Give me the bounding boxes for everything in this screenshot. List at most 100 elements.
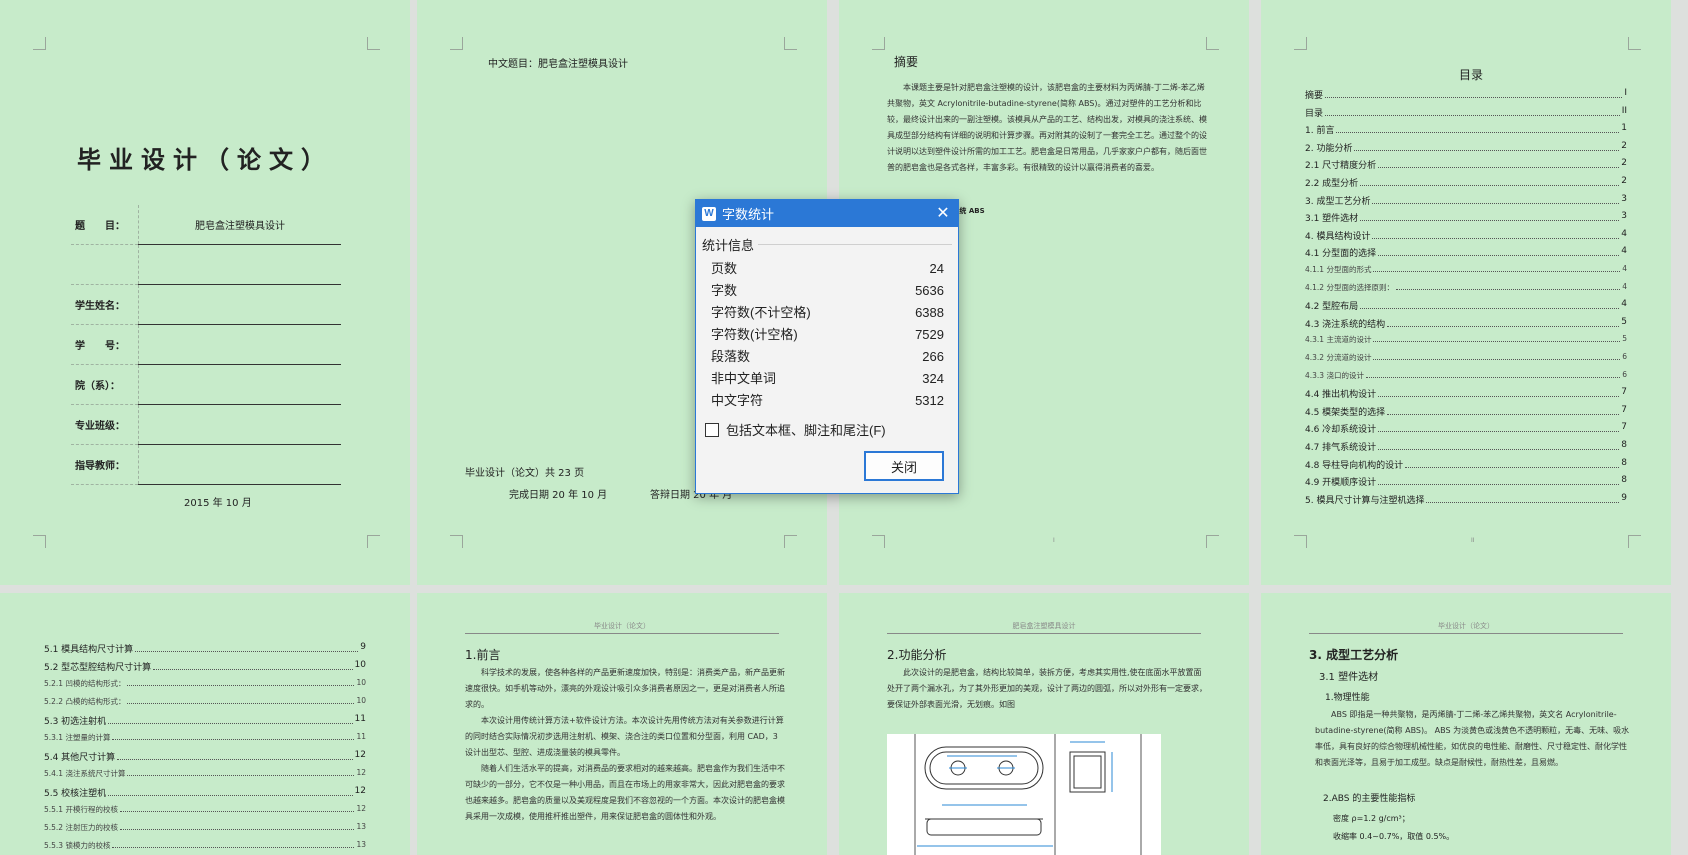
toc-entry[interactable]: 4.3.2 分流道的设计 6 (1305, 352, 1627, 363)
page-toc: 目录 摘要 I 目录 II 1. 前言 1 2. 功能分析 2 2.1 尺寸精度分析 2 2.2 成… (1261, 0, 1671, 585)
toc-entry-title: 4.1.2 分型面的选择原则： (1305, 282, 1394, 292)
finish-date-line: 完成日期 20 年 10 月 (509, 490, 608, 501)
toc-entry[interactable]: 4.6 冷却系统设计 7 (1305, 422, 1627, 435)
toc-entry[interactable]: 4.3.3 浇口的设计 6 (1305, 370, 1627, 381)
process-shrink: 收缩率 0.4~0.7%，取值 0.5%。 (1333, 832, 1455, 841)
toc-entry-title: 4.3 浇注系统的结构 (1305, 319, 1386, 330)
toc-entry[interactable]: 5.5.3 锁模力的校核 13 (44, 840, 366, 851)
toc-entry[interactable]: 4. 模具结构设计 4 (1305, 229, 1627, 242)
toc-entry-title: 5.2.1 凹模的结构形式： (44, 679, 126, 688)
toc-entry-page: 10 (356, 696, 366, 705)
page-cover: 毕业设计（论文） 题 目： 肥皂盒注塑模具设计 学生姓名： 学 号： 院（系）： … (0, 0, 410, 585)
toc-entry-title: 目录 (1305, 108, 1324, 119)
stats-group: 统计信息 (702, 235, 952, 254)
toc-entry[interactable]: 4.9 开模顺序设计 8 (1305, 475, 1627, 488)
toc-entry[interactable]: 4.3 浇注系统的结构 5 (1305, 317, 1627, 330)
toc-entry-title: 4.2 型腔布局 (1305, 302, 1359, 313)
toc-entry[interactable]: 2. 功能分析 2 (1305, 141, 1627, 154)
toc-entry-title: 5.2 型芯型腔结构尺寸计算 (44, 663, 152, 673)
toc-entry[interactable]: 2.1 尺寸精度分析 2 (1305, 158, 1627, 171)
toc-entry-title: 5.3 初选注射机 (44, 717, 107, 727)
running-header: 毕业设计（论文） (1309, 621, 1623, 634)
include-textbox-checkbox[interactable] (705, 422, 719, 437)
toc-entry[interactable]: 5.5.2 注射压力的校核 13 (44, 822, 366, 833)
toc-leader-dots (108, 786, 353, 796)
process-p1: ABS 即指是一种共聚物，是丙烯腈-丁二烯-苯乙烯共聚物，英文名 Acrylon… (1315, 710, 1630, 767)
toc-leader-dots (119, 822, 355, 830)
toc-entry[interactable]: 5.2.2 凸模的结构形式： 10 (44, 696, 366, 707)
toc-heading: 目录 (1458, 68, 1483, 82)
toc-entry[interactable]: 5.4.1 浇注系统尺寸计算 12 (44, 768, 366, 779)
toc-entry-page: 4 (1622, 281, 1627, 291)
toc-entry[interactable]: 4.7 排气系统设计 8 (1305, 440, 1627, 453)
toc-entry[interactable]: 3. 成型工艺分析 3 (1305, 194, 1627, 207)
stat-label: 字符数(计空格) (711, 327, 798, 342)
stat-row: 字符数(不计空格) 6388 (711, 302, 944, 324)
include-textbox-label[interactable]: 包括文本框、脚注和尾注(F) (726, 420, 886, 439)
toc-entry-page: 12 (354, 750, 366, 760)
toc-leader-dots (108, 714, 353, 724)
toc-entry[interactable]: 5. 模具尺寸计算与注塑机选择 9 (1305, 493, 1627, 506)
toc-entry-title: 5.1 模具结构尺寸计算 (44, 645, 134, 655)
toc-entry-page: 11 (354, 714, 366, 724)
toc-entry[interactable]: 5.1 模具结构尺寸计算 9 (44, 642, 366, 655)
toc-entry-title: 4.3.3 浇口的设计 (1305, 370, 1364, 380)
toc-leader-dots (1325, 106, 1620, 116)
stat-value: 24 (929, 261, 944, 276)
toc-leader-dots (1387, 405, 1620, 415)
toc-leader-dots (1373, 334, 1621, 343)
toc-entry[interactable]: 4.4 推出机构设计 7 (1305, 387, 1627, 400)
toc-leader-dots (1360, 211, 1620, 222)
toc-entry[interactable]: 5.5 校核注塑机 12 (44, 786, 366, 799)
toc-entry[interactable]: 4.1.2 分型面的选择原则： 4 (1305, 282, 1627, 293)
toc-entry[interactable]: 5.3.1 注塑量的计算 11 (44, 732, 366, 743)
toc-leader-dots (1378, 440, 1620, 450)
toc-entry[interactable]: 1. 前言 1 (1305, 123, 1627, 136)
stat-label: 字符数(不计空格) (711, 305, 811, 320)
toc-entry[interactable]: 4.5 模架类型的选择 7 (1305, 405, 1627, 418)
toc-entry[interactable]: 2.2 成型分析 2 (1305, 176, 1627, 189)
toc-entry-page: 7 (1621, 422, 1627, 433)
toc-entry[interactable]: 4.1 分型面的选择 4 (1305, 246, 1627, 259)
toc-entry[interactable]: 5.4 其他尺寸计算 12 (44, 750, 366, 763)
toc-entry-page: 5 (1622, 334, 1627, 344)
toc-entry[interactable]: 4.3.1 主流道的设计 5 (1305, 334, 1627, 345)
toc-entry-page: 12 (354, 786, 366, 796)
toc-leader-dots (1354, 141, 1620, 151)
toc-leader-dots (1360, 176, 1620, 186)
word-count-dialog: W 字数统计 ✕ 统计信息 页数 24 字数 5636 字符数(不计空格) 6388 字符数… (695, 199, 959, 494)
toc-entry[interactable]: 摘要 I (1305, 88, 1627, 101)
toc-entry-title: 3. 成型工艺分析 (1305, 196, 1371, 207)
toc-entry-page: 2 (1621, 140, 1627, 151)
stat-label: 非中文单词 (711, 371, 777, 386)
close-icon[interactable]: ✕ (928, 200, 958, 227)
dialog-titlebar[interactable]: W 字数统计 ✕ (696, 200, 958, 227)
toc-leader-dots (135, 642, 359, 652)
toc-entry-page: 2 (1621, 176, 1627, 186)
toc-leader-dots (1373, 264, 1621, 272)
close-button[interactable]: 关闭 (864, 451, 944, 481)
toc-entry[interactable]: 5.2 型芯型腔结构尺寸计算 10 (44, 660, 366, 673)
preface-p2: 本次设计用传统计算方法+软件设计方法。本次设计先用传统方法对有关参数进行计算的同… (465, 716, 784, 757)
stat-label: 页数 (711, 261, 738, 276)
toc-entry[interactable]: 4.8 导柱导向机构的设计 8 (1305, 458, 1627, 471)
include-textbox-checkbox-row[interactable]: 包括文本框、脚注和尾注(F) (705, 420, 958, 439)
wps-writer-icon: W (702, 206, 716, 221)
stat-row: 页数 24 (711, 258, 944, 280)
stat-row: 中文字符 5312 (711, 390, 944, 412)
toc-entry[interactable]: 5.3 初选注射机 11 (44, 714, 366, 727)
toc-entry-title: 5.2.2 凸模的结构形式： (44, 697, 126, 706)
toc-entry[interactable]: 目录 II (1305, 106, 1627, 119)
stats-group-label: 统计信息 (702, 238, 755, 253)
cover-info-table: 题 目： 肥皂盒注塑模具设计 学生姓名： 学 号： 院（系）： 专业班级： 指导教… (71, 205, 341, 485)
toc-entry[interactable]: 5.5.1 开模行程的校核 12 (44, 804, 366, 815)
toc-entry-page: 7 (1621, 404, 1627, 415)
toc-entry[interactable]: 4.2 型腔布局 4 (1305, 299, 1627, 312)
toc-entry[interactable]: 5.2.1 凹模的结构形式： 10 (44, 678, 366, 689)
toc-entry[interactable]: 3.1 塑件选材 3 (1305, 211, 1627, 224)
toc-entry-page: 10 (354, 660, 366, 670)
stat-label: 段落数 (711, 349, 751, 364)
toc-entry[interactable]: 4.1.1 分型面的形式 4 (1305, 264, 1627, 275)
toc-entry-page: 13 (356, 822, 366, 831)
abstract-body: 本课题主要是针对肥皂盒注塑模的设计，该肥皂盒的主要材料为丙烯腈-丁二烯-苯乙烯共… (887, 83, 1207, 172)
